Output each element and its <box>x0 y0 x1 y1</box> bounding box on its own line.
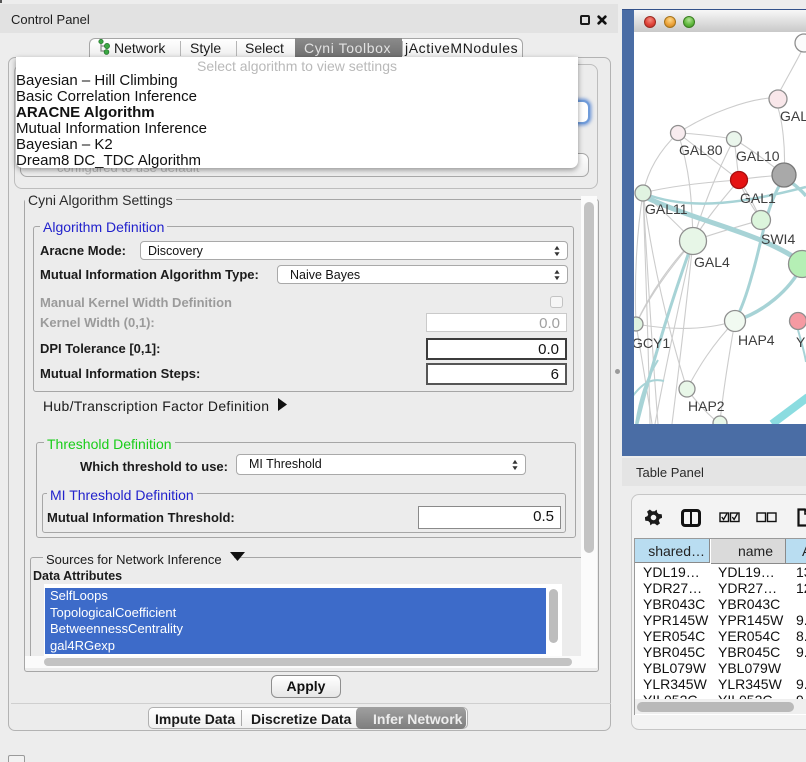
svg-text:GAL4: GAL4 <box>694 254 730 270</box>
svg-text:GAL: GAL <box>780 108 806 124</box>
svg-text:GAL11: GAL11 <box>645 201 688 217</box>
svg-text:GCY1: GCY1 <box>634 335 670 351</box>
svg-text:HAP2: HAP2 <box>688 398 725 414</box>
svg-text:Y: Y <box>796 334 806 350</box>
svg-text:GAL1: GAL1 <box>740 190 776 206</box>
svg-text:HAP4: HAP4 <box>738 332 775 348</box>
svg-text:GAL10: GAL10 <box>736 148 780 164</box>
svg-text:GAL80: GAL80 <box>679 142 723 158</box>
svg-text:SWI4: SWI4 <box>761 231 795 247</box>
